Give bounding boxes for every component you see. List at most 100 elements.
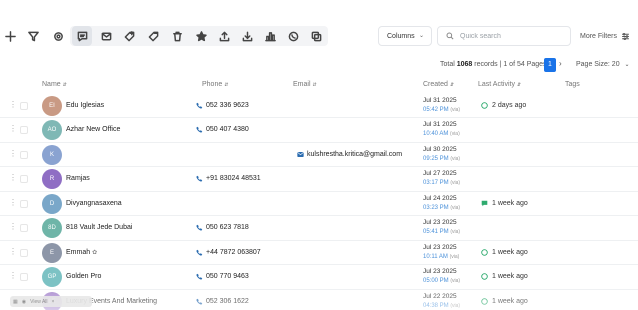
total-count: 1068 xyxy=(456,61,473,68)
row-menu-icon[interactable]: ⋮ xyxy=(9,149,17,158)
row-checkbox[interactable] xyxy=(20,101,28,110)
delete-button[interactable] xyxy=(167,26,187,46)
row-checkbox[interactable] xyxy=(20,150,28,159)
column-header-email[interactable]: Email ⇵ xyxy=(293,81,317,88)
duplicate-button[interactable] xyxy=(306,26,326,46)
table-row[interactable]: ⋮ LE Luxury Events And Marketing 052 306… xyxy=(0,290,638,310)
contact-name[interactable]: Divyangnasaxena xyxy=(66,200,122,207)
row-menu-icon[interactable]: ⋮ xyxy=(9,223,17,231)
trash-icon xyxy=(172,31,182,41)
chat-icon xyxy=(77,31,87,41)
import-button[interactable] xyxy=(237,26,257,46)
email-button[interactable] xyxy=(96,26,116,46)
upload-icon xyxy=(219,31,229,41)
contact-name[interactable]: 818 Vault Jede Dubai xyxy=(66,224,132,231)
row-checkbox[interactable] xyxy=(20,224,28,232)
contact-phone[interactable]: 052 336 9623 xyxy=(196,102,249,109)
contact-name[interactable]: Golden Pro xyxy=(66,273,101,280)
row-menu-icon[interactable]: ⋮ xyxy=(9,198,17,207)
toolbar: Columns ⌄ More Filters xyxy=(0,24,638,48)
row-checkbox[interactable] xyxy=(20,199,28,208)
contact-phone[interactable]: +44 7872 063807 xyxy=(196,249,261,256)
row-checkbox[interactable] xyxy=(20,175,28,183)
table-row[interactable]: ⋮ R Ramjas +91 83024 48531 Jul 27 2025 0… xyxy=(0,167,638,192)
pagination-summary: Total 1068 records | 1 of 54 Pages xyxy=(440,61,547,68)
phone-icon xyxy=(196,175,203,182)
message-button[interactable] xyxy=(72,26,92,46)
table-row[interactable]: ⋮ AO Azhar New Office 050 407 4380 Jul 3… xyxy=(0,118,638,143)
page-info: | 1 of 54 Pages xyxy=(499,61,547,68)
report-button[interactable] xyxy=(260,26,280,46)
table-row[interactable]: ⋮ GP Golden Pro 050 770 9463 Jul 23 2025… xyxy=(0,265,638,290)
created-date: Jul 24 2025 xyxy=(423,194,457,202)
avatar: K xyxy=(42,144,62,165)
last-activity: 1 week ago xyxy=(481,298,528,305)
row-menu-icon[interactable]: ⋮ xyxy=(9,100,17,109)
favorite-button[interactable] xyxy=(191,26,211,46)
tag-plus-icon xyxy=(124,30,134,41)
search-input[interactable] xyxy=(460,32,570,40)
avatar: E xyxy=(42,242,62,263)
column-header-phone[interactable]: Phone ⇵ xyxy=(202,81,228,88)
table-row[interactable]: ⋮ D Divyangnasaxena Jul 24 2025 03:23 PM… xyxy=(0,192,638,216)
contact-name[interactable]: Ramjas xyxy=(66,175,90,182)
tag-remove-button[interactable] xyxy=(143,26,163,46)
avatar: 8D xyxy=(42,218,62,238)
table-row[interactable]: ⋮ EI Edu Iglesias 052 336 9623 Jul 31 20… xyxy=(0,94,638,118)
row-menu-icon[interactable]: ⋮ xyxy=(9,272,17,280)
row-menu-icon[interactable]: ⋮ xyxy=(9,247,17,256)
contact-name[interactable]: Azhar New Office xyxy=(66,126,120,133)
avatar: R xyxy=(42,169,62,189)
created-time: 10:11 AM (via) xyxy=(423,253,460,260)
sort-icon: ⇵ xyxy=(62,82,67,88)
filter-button[interactable] xyxy=(23,26,43,46)
table-row[interactable]: ⋮ K kulshrestha.kritica@gmail.com Jul 30… xyxy=(0,143,638,167)
avatar: GP xyxy=(42,267,62,287)
row-checkbox[interactable] xyxy=(20,248,28,257)
contact-phone[interactable]: 050 623 7818 xyxy=(196,224,249,231)
phone-icon xyxy=(196,249,203,256)
whatsapp-icon xyxy=(481,101,488,109)
pagination: Total 1068 records | 1 of 54 Pages 1 › P… xyxy=(0,56,638,76)
contact-phone[interactable]: +91 83024 48531 xyxy=(196,175,261,182)
row-checkbox[interactable] xyxy=(20,273,28,281)
bottom-toolbar[interactable]: ▦ ◉ View All × xyxy=(10,296,92,307)
table-row[interactable]: ⋮ E Emmah ✿ +44 7872 063807 Jul 23 2025 … xyxy=(0,241,638,265)
created-date: Jul 23 2025 xyxy=(423,243,457,251)
export-button[interactable] xyxy=(214,26,234,46)
more-filters-button[interactable]: More Filters xyxy=(580,26,630,46)
page-button-current[interactable]: 1 xyxy=(544,58,556,72)
records-label: records xyxy=(474,61,498,68)
column-header-last-activity[interactable]: Last Activity ⇵ xyxy=(478,81,521,88)
row-menu-icon[interactable]: ⋮ xyxy=(9,174,17,182)
column-header-name[interactable]: Name ⇵ xyxy=(42,81,67,88)
tag-add-button[interactable] xyxy=(119,26,139,46)
table-row[interactable]: ⋮ 8D 818 Vault Jede Dubai 050 623 7818 J… xyxy=(0,216,638,241)
column-header-created[interactable]: Created ⇵ xyxy=(423,81,454,88)
contact-phone[interactable]: 050 407 4380 xyxy=(196,126,249,133)
view-button[interactable] xyxy=(48,26,68,46)
mail-icon xyxy=(297,151,304,157)
close-icon[interactable]: × xyxy=(52,299,55,305)
contact-name[interactable]: Edu Iglesias xyxy=(66,102,104,109)
last-activity: 1 week ago xyxy=(481,200,528,207)
row-menu-icon[interactable]: ⋮ xyxy=(9,125,17,133)
whatsapp-button[interactable] xyxy=(283,26,303,46)
add-button[interactable] xyxy=(0,26,20,46)
contact-email[interactable]: kulshrestha.kritica@gmail.com xyxy=(297,151,402,158)
avatar: EI xyxy=(42,95,62,116)
contact-name[interactable]: Emmah ✿ xyxy=(66,249,97,256)
page-size-dropdown[interactable]: Page Size: 20 ⌄ xyxy=(576,61,630,68)
search-box[interactable] xyxy=(437,26,571,46)
chevron-down-icon: ⌄ xyxy=(624,62,630,68)
created-date: Jul 23 2025 xyxy=(423,219,457,226)
row-checkbox[interactable] xyxy=(20,126,28,134)
whatsapp-icon xyxy=(481,248,488,256)
column-header-tags[interactable]: Tags xyxy=(565,81,580,88)
mail-icon xyxy=(101,32,111,40)
columns-dropdown[interactable]: Columns ⌄ xyxy=(378,26,432,46)
next-page-button[interactable]: › xyxy=(559,59,562,68)
contact-phone[interactable]: 052 306 1622 xyxy=(196,298,249,305)
contact-phone[interactable]: 050 770 9463 xyxy=(196,273,249,280)
created-time: 05:00 PM (via) xyxy=(423,278,461,284)
